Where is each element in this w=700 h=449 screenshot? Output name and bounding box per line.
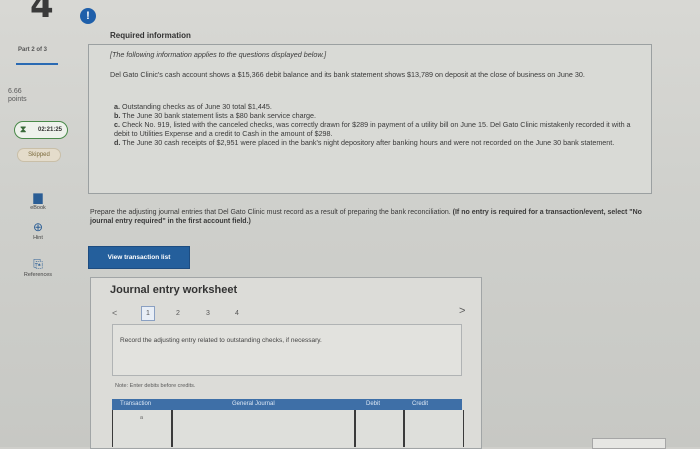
ebook-button[interactable]: ▆ eBook [16, 190, 60, 212]
col-transaction: Transaction [120, 401, 152, 407]
info-paragraph: Del Gato Clinic's cash account shows a $… [110, 70, 585, 79]
instruction-text: Record the adjusting entry related to ou… [120, 337, 322, 344]
view-transaction-list-button[interactable]: View transaction list [88, 246, 190, 269]
info-list: a. Outstanding checks as of June 30 tota… [114, 102, 634, 147]
question-number: 4 [30, 0, 54, 26]
ebook-label: eBook [30, 205, 46, 211]
column-divider [403, 410, 405, 428]
info-item-b: b. The June 30 bank statement lists a $8… [114, 111, 317, 120]
entry-note: Note: Enter debits before credits. [115, 383, 196, 389]
step-tab-2[interactable]: 2 [176, 310, 180, 317]
question-prompt: Prepare the adjusting journal entries th… [90, 208, 650, 226]
step-tab-3[interactable]: 3 [206, 310, 210, 317]
row-transaction-label: a [140, 415, 144, 421]
part-progress-bar [16, 63, 58, 65]
column-divider [403, 428, 405, 447]
skipped-badge: Skipped [17, 148, 61, 162]
column-divider [171, 410, 173, 428]
corner-control[interactable] [592, 438, 666, 449]
step-tab-4[interactable]: 4 [235, 310, 239, 317]
points-display: 6.66 points [8, 88, 27, 104]
col-debit: Debit [366, 401, 381, 407]
column-divider [354, 428, 356, 447]
chevron-left-icon[interactable]: < [112, 308, 117, 318]
hint-icon: ⊕ [32, 220, 44, 234]
col-general-journal: General Journal [232, 401, 275, 407]
references-icon: ⎘ [33, 257, 43, 271]
hint-button[interactable]: ⊕ Hint [16, 220, 60, 242]
info-intro: [The following information applies to th… [110, 50, 327, 59]
col-credit: Credit [412, 401, 429, 407]
journal-table-header: Transaction General Journal Debit Credit [112, 399, 462, 410]
part-indicator: Part 2 of 3 [18, 47, 48, 53]
required-info-heading: Required information [110, 31, 191, 40]
info-item-c: c. Check No. 919, listed with the cancel… [114, 120, 631, 138]
step-tab-1[interactable]: 1 [141, 306, 155, 321]
column-divider [171, 428, 173, 447]
table-row: a [112, 410, 464, 429]
hint-label: Hint [33, 235, 43, 241]
book-icon: ▆ [33, 190, 43, 204]
instruction-box [112, 324, 462, 376]
prompt-text: Prepare the adjusting journal entries th… [90, 209, 451, 216]
references-button[interactable]: ⎘ References [16, 257, 60, 279]
points-label: points [8, 96, 27, 103]
info-item-d: d. The June 30 cash receipts of $2,951 w… [114, 138, 615, 147]
timer-badge[interactable]: ⧗ 02:21:25 [14, 121, 68, 139]
points-value: 6.66 [8, 88, 22, 95]
table-row [112, 428, 464, 447]
column-divider [354, 410, 356, 428]
alert-icon: ! [80, 8, 96, 24]
hourglass-icon: ⧗ [20, 124, 27, 134]
worksheet-title: Journal entry worksheet [110, 284, 238, 296]
chevron-right-icon[interactable]: > [459, 305, 465, 317]
info-item-a: a. Outstanding checks as of June 30 tota… [114, 102, 272, 111]
timer-value: 02:21:25 [38, 127, 63, 133]
references-label: References [23, 272, 53, 278]
